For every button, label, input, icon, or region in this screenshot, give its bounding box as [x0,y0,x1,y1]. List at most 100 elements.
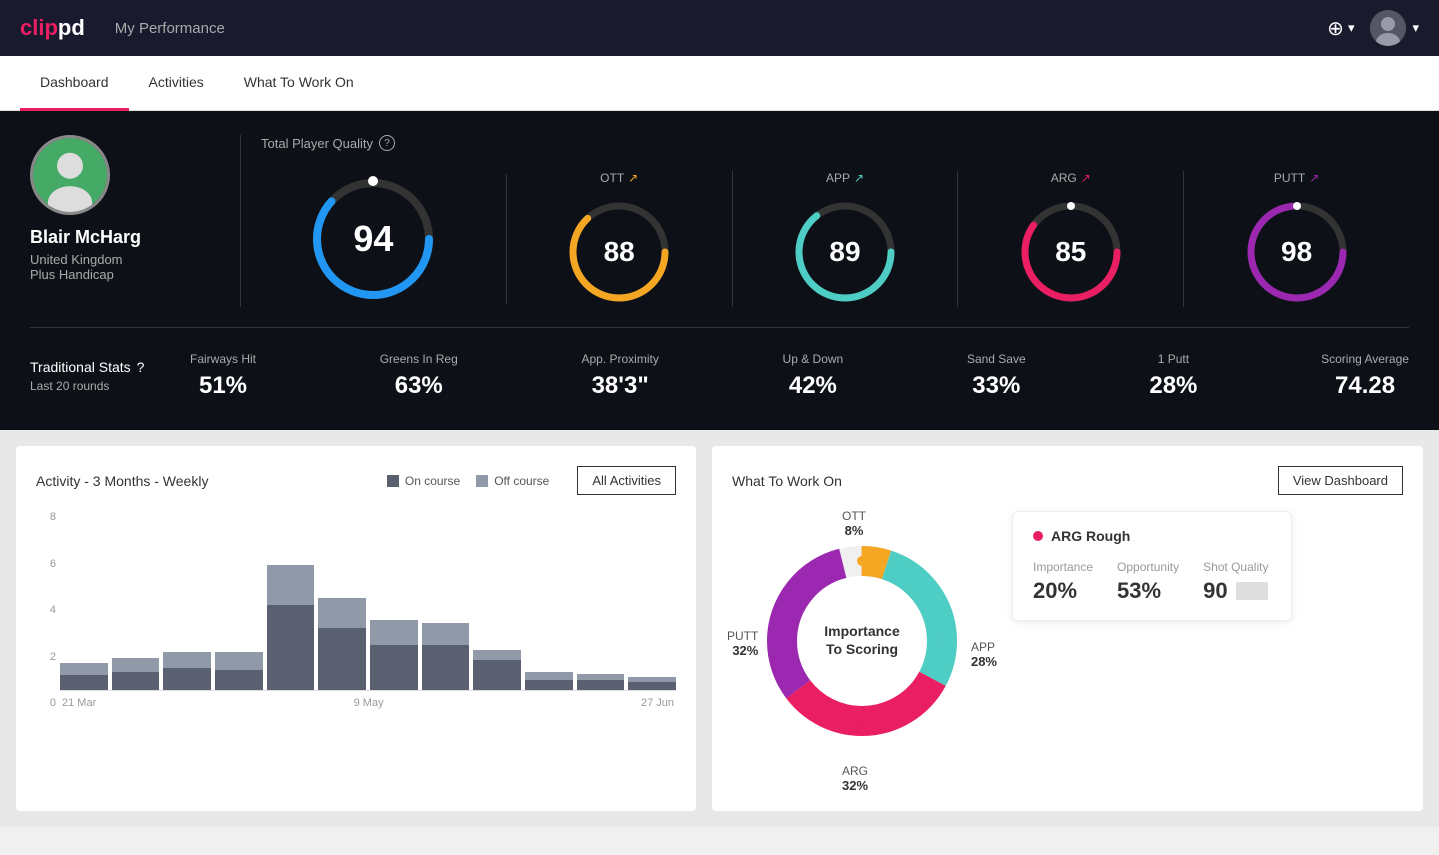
bar-group-2 [112,658,160,690]
nav-tabs: Dashboard Activities What To Work On [0,56,1439,111]
arg-card-dot [1033,531,1043,541]
activity-legend: On course Off course All Activities [387,466,676,495]
player-country: United Kingdom [30,252,240,267]
quality-help-icon[interactable]: ? [379,135,395,151]
bar-group-8 [422,623,470,690]
score-item-ott: OTT ↗ 88 [507,171,733,307]
legend-off-course-label: Off course [494,474,549,488]
x-axis-labels: 21 Mar 9 May 27 Jun [60,697,676,709]
arg-opportunity-value: 53% [1117,578,1179,604]
work-on-content: OTT 8% APP 28% ARG 32% PUTT 32% [732,511,1403,791]
trad-greens: Greens In Reg 63% [380,352,458,400]
arg-card-title: ARG Rough [1033,528,1271,544]
bottom-panels: Activity - 3 Months - Weekly On course O… [0,430,1439,827]
trad-oneputt-label: 1 Putt [1149,352,1197,366]
bar-light [112,658,160,672]
arg-label-text: ARG [1051,171,1077,185]
trad-proximity-label: App. Proximity [581,352,658,366]
ott-label: OTT ↗ [600,171,638,185]
bar-dark [577,680,625,690]
bar-chart-wrapper: 8 6 4 2 0 [36,511,676,733]
trad-oneputt: 1 Putt 28% [1149,352,1197,400]
trad-fairways-label: Fairways Hit [190,352,256,366]
bar-group-1 [60,663,108,690]
putt-trend-icon: ↗ [1309,171,1319,185]
bar-group-6 [318,598,366,690]
bar-group-7 [370,620,418,690]
arg-opportunity-metric: Opportunity 53% [1117,560,1179,604]
bar-dark [318,628,366,690]
y-label-6: 6 [50,558,56,570]
bar-light [370,620,418,645]
bar-group-10 [525,672,573,690]
trad-updown-label: Up & Down [783,352,844,366]
bar-dark [525,680,573,690]
donut-center-line2: To Scoring [826,641,898,657]
bar-dark [267,605,315,690]
bar-group-3 [163,652,211,690]
quality-section: Total Player Quality ? 94 [240,135,1409,307]
bar-dark [163,668,211,690]
chevron-down-icon: ▾ [1348,20,1355,36]
arg-label: ARG ↗ [1051,171,1091,185]
x-label-may: 9 May [354,697,384,709]
legend-off-course: Off course [476,474,549,488]
tab-what-to-work-on[interactable]: What To Work On [224,56,374,111]
trad-greens-label: Greens In Reg [380,352,458,366]
activity-panel: Activity - 3 Months - Weekly On course O… [16,446,696,811]
putt-donut-pct: 32% [727,643,758,658]
main-score-item: 94 [261,174,507,304]
trad-scoring: Scoring Average 74.28 [1321,352,1409,400]
main-circle: 94 [308,174,438,304]
logo-white: pd [58,15,85,40]
bar-dark [370,645,418,690]
y-axis: 8 6 4 2 0 [36,511,56,709]
user-menu[interactable]: ▾ [1370,10,1419,46]
donut-label-arg: ARG 32% [842,764,868,793]
bar-light [422,623,470,645]
trad-fairways-value: 51% [190,372,256,400]
player-handicap: Plus Handicap [30,267,240,282]
score-item-putt: PUTT ↗ 98 [1184,171,1409,307]
bars-area [60,511,676,691]
add-button[interactable]: ⊕ ▾ [1327,16,1354,41]
bar-light [318,598,366,628]
y-label-0: 0 [50,697,56,709]
tab-activities[interactable]: Activities [129,56,224,111]
putt-donut-label-text: PUTT [727,629,758,643]
donut-chart-wrapper: OTT 8% APP 28% ARG 32% PUTT 32% [732,511,992,791]
logo-color: clip [20,15,58,40]
arg-shotquality-label: Shot Quality [1203,560,1268,574]
all-activities-button[interactable]: All Activities [577,466,676,495]
donut-label-app: APP 28% [971,640,997,669]
player-avatar [30,135,110,215]
ott-donut-pct: 8% [842,523,866,538]
app-label-text: APP [826,171,850,185]
trad-sandsave-value: 33% [967,372,1026,400]
work-on-header: What To Work On View Dashboard [732,466,1403,495]
tab-dashboard[interactable]: Dashboard [20,56,129,111]
app-donut-label-text: APP [971,640,997,654]
trad-proximity: App. Proximity 38'3" [581,352,658,400]
bar-dark [60,675,108,690]
work-on-panel: What To Work On View Dashboard OTT 8% AP… [712,446,1423,811]
trad-sandsave: Sand Save 33% [967,352,1026,400]
top-right-actions: ⊕ ▾ ▾ [1327,10,1419,46]
bar-group-4 [215,652,263,690]
bar-group-12 [628,677,676,690]
bar-group-9 [473,650,521,690]
trad-updown-value: 42% [783,372,844,400]
view-dashboard-button[interactable]: View Dashboard [1278,466,1403,495]
trad-oneputt-value: 28% [1149,372,1197,400]
bar-dark [215,670,263,690]
trad-help-icon[interactable]: ? [137,359,145,375]
bar-light [215,652,263,670]
ott-circle: 88 [564,197,674,307]
arg-donut-label-text: ARG [842,764,868,778]
arg-card-title-text: ARG Rough [1051,528,1130,544]
bar-dark [112,672,160,690]
ott-trend-icon: ↗ [628,171,638,185]
trad-sandsave-label: Sand Save [967,352,1026,366]
trad-proximity-value: 38'3" [581,372,658,400]
arg-importance-value: 20% [1033,578,1093,604]
